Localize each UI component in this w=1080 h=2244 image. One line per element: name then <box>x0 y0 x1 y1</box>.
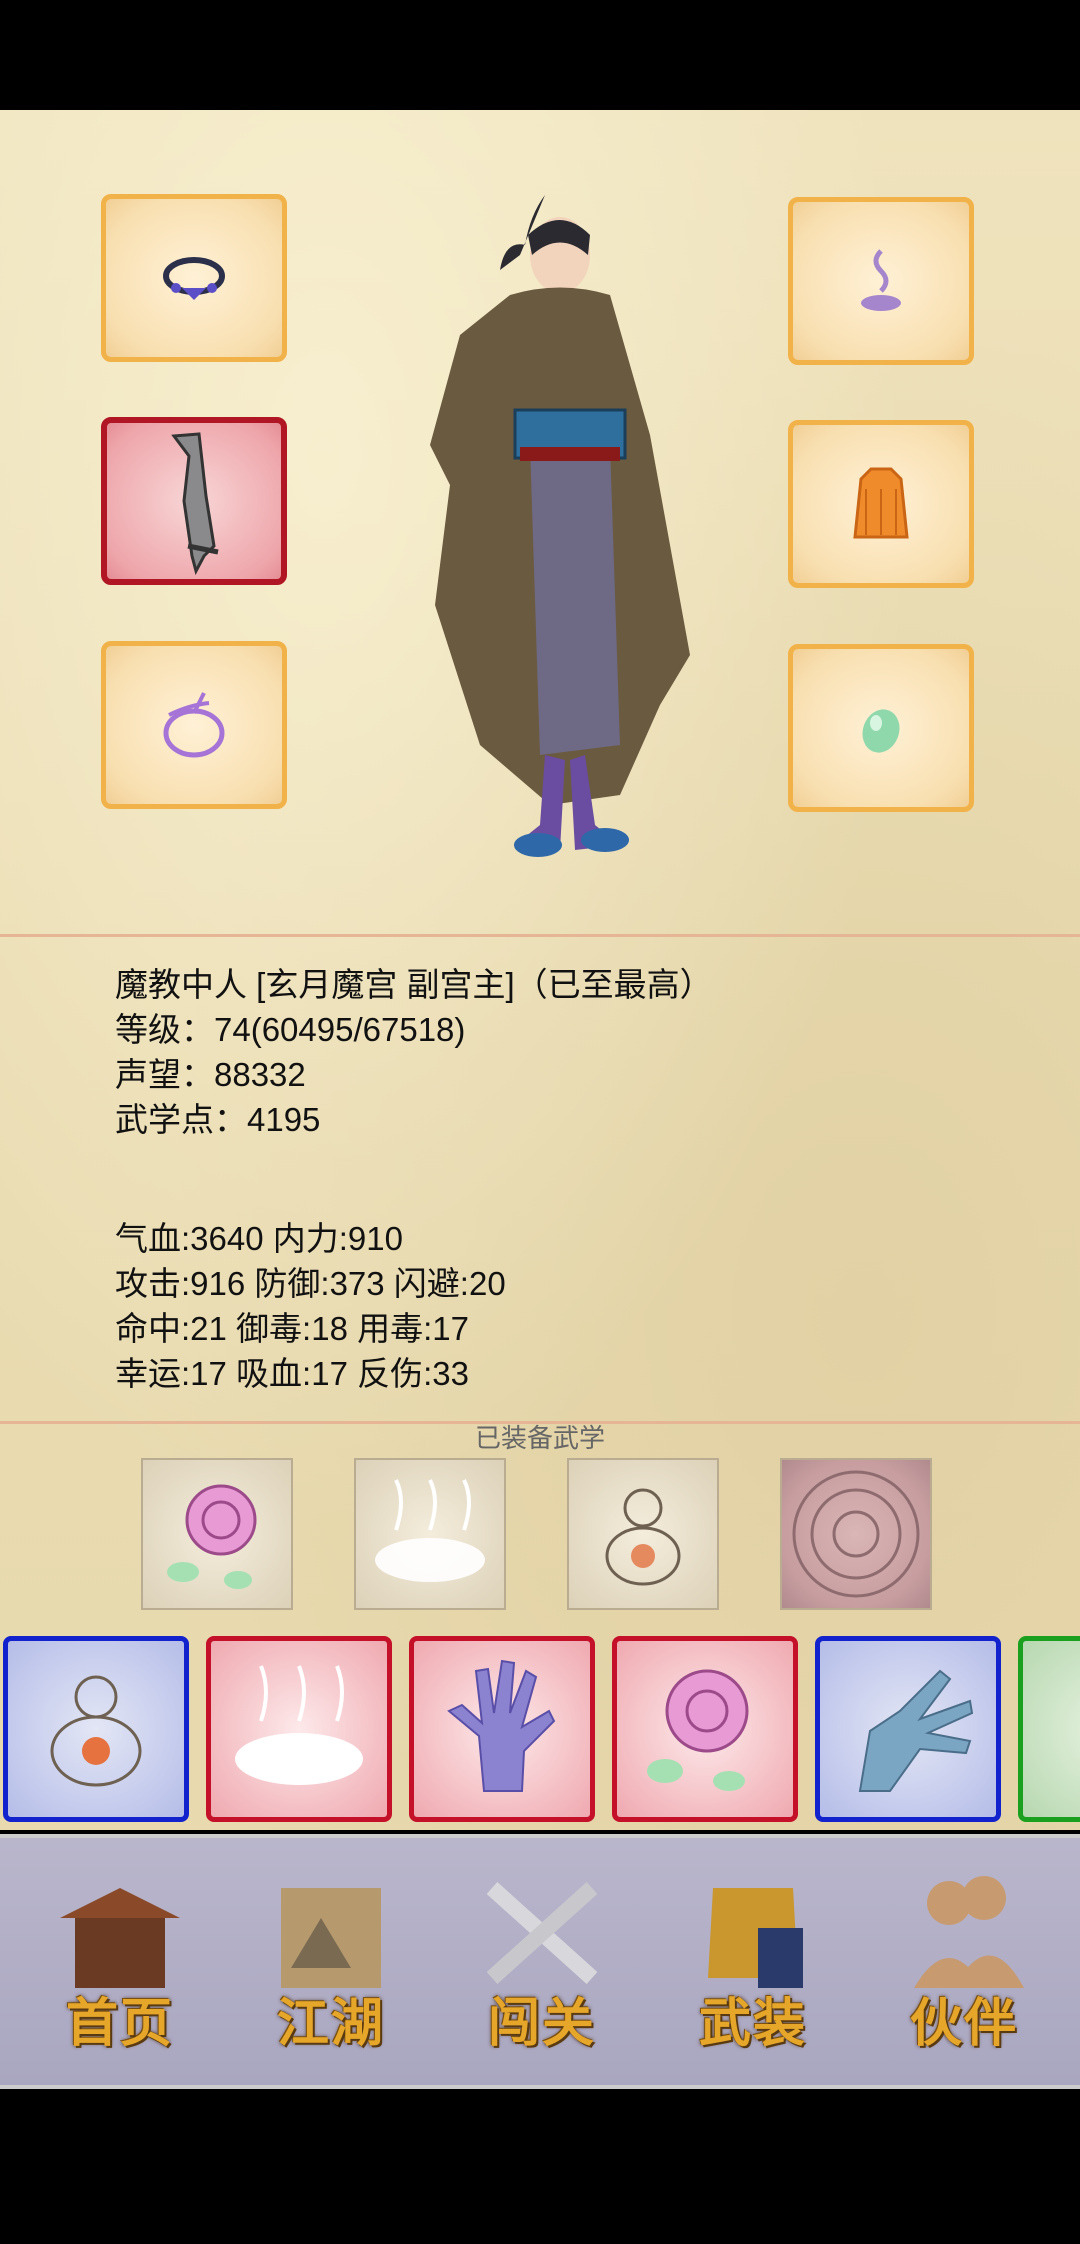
skill-card-5[interactable] <box>815 1636 1001 1822</box>
character-portrait <box>430 195 690 857</box>
divider-top <box>0 934 1080 937</box>
nav-home-label: 首页 <box>65 1993 174 2054</box>
equip-slot-jade[interactable] <box>788 644 974 812</box>
skill-card-1[interactable] <box>3 1636 189 1822</box>
rose-icon <box>647 1669 749 1791</box>
nav-jianghu-label: 江湖 <box>276 1993 385 2054</box>
stats-line-1: 气血:3640 内力:910 <box>115 1220 403 1257</box>
stats-line-4: 幸运:17 吸血:17 反伤:33 <box>115 1355 469 1392</box>
character-title: 魔教中人 [玄月魔宫 副宫主]（已至最高） <box>115 966 713 1003</box>
ring-icon <box>163 692 225 758</box>
skill-card-4[interactable] <box>612 1636 798 1822</box>
equip-slot-ring[interactable] <box>101 641 287 809</box>
sword-icon <box>171 432 219 576</box>
necklace-icon <box>163 257 225 300</box>
skill-card-6[interactable] <box>1018 1636 1080 1822</box>
stats-line-3: 命中:21 御毒:18 用毒:17 <box>115 1310 469 1347</box>
stats-line-2: 攻击:916 防御:373 闪避:20 <box>115 1265 506 1302</box>
palm-icon <box>447 1659 556 1792</box>
equipped-skill-3[interactable] <box>567 1458 719 1610</box>
gourd-icon <box>605 1488 681 1586</box>
equip-slot-accessory[interactable] <box>788 197 974 365</box>
nav-partner[interactable]: 伙伴 <box>879 1858 1049 2068</box>
equipped-skills-title: 已装备武学 <box>474 1423 605 1453</box>
character-martial-points: 武学点：4195 <box>115 1101 321 1138</box>
equip-slot-weapon[interactable] <box>101 417 287 585</box>
partners-icon <box>914 1876 1024 1988</box>
medallion-icon <box>792 1470 920 1598</box>
armor-icon <box>853 467 909 539</box>
claw-icon <box>858 1669 974 1792</box>
nav-equipment[interactable]: 武装 <box>668 1858 838 2068</box>
rose-icon <box>167 1484 257 1589</box>
gourd-icon <box>50 1675 142 1787</box>
scroll-icon <box>281 1888 381 1988</box>
crossed-swords-icon <box>486 1882 598 1984</box>
armor-book-icon <box>708 1888 803 1988</box>
skill-card-strip[interactable] <box>0 1630 1080 1826</box>
nav-partner-label: 伙伴 <box>909 1993 1018 2054</box>
nav-jianghu[interactable]: 江湖 <box>246 1858 416 2068</box>
skill-card-2[interactable] <box>206 1636 392 1822</box>
equipped-skill-1[interactable] <box>141 1458 293 1610</box>
nav-challenge[interactable]: 闯关 <box>457 1858 627 2068</box>
character-level: 等级：74(60495/67518) <box>115 1011 466 1048</box>
bottom-nav: 首页 江湖 闯关 武装 伙伴 <box>0 1834 1080 2089</box>
equip-slot-necklace[interactable] <box>101 194 287 362</box>
nav-home[interactable]: 首页 <box>35 1858 205 2068</box>
incense-icon <box>861 249 901 311</box>
equipped-skill-2[interactable] <box>354 1458 506 1610</box>
equipped-skill-4[interactable] <box>780 1458 932 1610</box>
nav-challenge-label: 闯关 <box>487 1993 596 2054</box>
mist-icon <box>235 1665 363 1785</box>
jade-icon <box>862 709 900 753</box>
character-reputation: 声望：88332 <box>115 1056 306 1093</box>
house-icon <box>60 1888 180 1988</box>
nav-equipment-label: 武装 <box>698 1993 807 2054</box>
equip-slot-armor[interactable] <box>788 420 974 588</box>
mist-icon <box>375 1479 485 1582</box>
skill-card-3[interactable] <box>409 1636 595 1822</box>
